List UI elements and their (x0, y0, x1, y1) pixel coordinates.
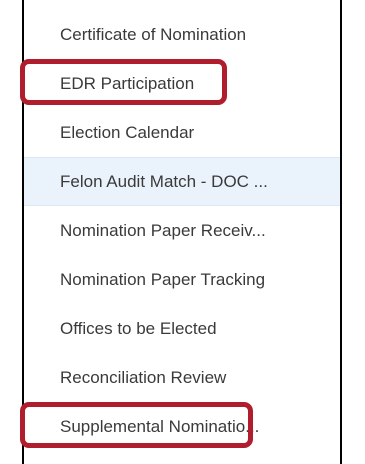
menu-item-nomination-paper-received[interactable]: Nomination Paper Receiv... (24, 206, 340, 255)
menu-item-supplemental-nomination[interactable]: Supplemental Nominatio... (24, 402, 340, 451)
menu-item-label: Nomination Paper Tracking (60, 270, 266, 289)
menu-item-label: Nomination Paper Receiv... (60, 221, 266, 240)
menu-item-certificate-of-nomination[interactable]: Certificate of Nomination (24, 10, 340, 59)
menu-item-edr-participation[interactable]: EDR Participation (24, 59, 340, 108)
menu-item-label: Felon Audit Match - DOC ... (60, 172, 268, 191)
menu-item-label: EDR Participation (60, 74, 195, 93)
menu-list: Certificate of Nomination EDR Participat… (24, 10, 340, 451)
menu-item-label: Reconciliation Review (60, 368, 227, 387)
menu-item-nomination-paper-tracking[interactable]: Nomination Paper Tracking (24, 255, 340, 304)
menu-item-label: Supplemental Nominatio... (60, 417, 260, 436)
menu-item-felon-audit-match[interactable]: Felon Audit Match - DOC ... (24, 157, 340, 206)
menu-item-reconciliation-review[interactable]: Reconciliation Review (24, 353, 340, 402)
menu-panel: Certificate of Nomination EDR Participat… (22, 0, 342, 464)
menu-item-offices-to-be-elected[interactable]: Offices to be Elected (24, 304, 340, 353)
menu-item-election-calendar[interactable]: Election Calendar (24, 108, 340, 157)
menu-item-label: Certificate of Nomination (60, 25, 247, 44)
menu-item-label: Offices to be Elected (60, 319, 217, 338)
menu-item-label: Election Calendar (60, 123, 195, 142)
